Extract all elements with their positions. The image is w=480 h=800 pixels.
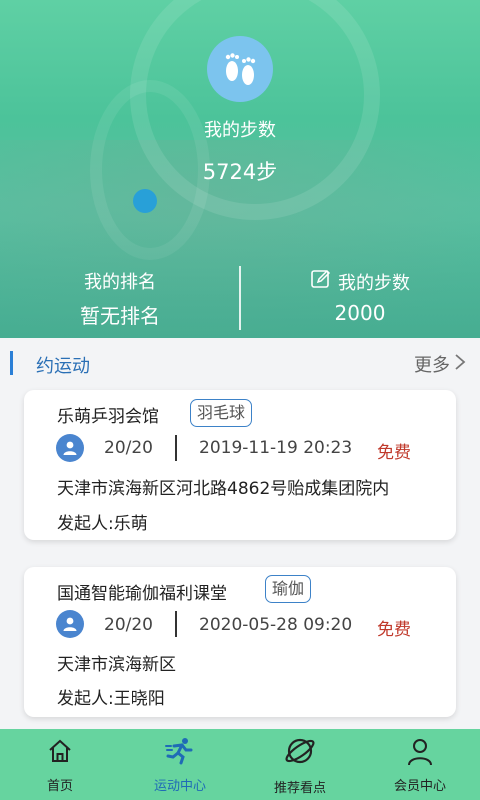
participant-count: 20/20 [104, 615, 153, 635]
section-header: 约运动 更多 [0, 338, 480, 388]
activity-price: 免费 [377, 443, 411, 463]
nav-label: 首页 [46, 779, 73, 794]
activity-tag: 羽毛球 [190, 399, 253, 427]
info-divider [175, 611, 177, 637]
footprints-icon [207, 36, 273, 102]
activity-title: 国通智能瑜伽福利课堂 [57, 584, 227, 604]
running-icon [120, 737, 240, 765]
nav-item-member-center[interactable]: 会员中心 [360, 729, 480, 800]
participants-icon [56, 434, 84, 462]
activity-address: 天津市滨海新区河北路4862号贻成集团院内 [57, 479, 390, 499]
header-banner: 我的步数 5724步 我的排名 暂无排名 我的步数 2000 [0, 0, 480, 338]
activity-card[interactable]: 乐萌乒羽会馆 羽毛球 20/20 2019-11-19 20:23 免费 天津市… [24, 390, 456, 540]
more-link[interactable]: 更多 [414, 351, 466, 377]
info-divider [175, 435, 177, 461]
edit-icon[interactable] [310, 268, 332, 295]
chevron-right-icon [454, 353, 466, 376]
participants-icon [56, 610, 84, 638]
activity-card[interactable]: 国通智能瑜伽福利课堂 瑜伽 20/20 2020-05-28 09:20 免费 … [24, 567, 456, 717]
nav-label: 运动中心 [153, 779, 206, 794]
activity-organizer: 发起人:乐萌 [57, 514, 148, 534]
nav-item-recommended[interactable]: 推荐看点 [240, 729, 360, 800]
nav-item-home[interactable]: 首页 [0, 729, 120, 800]
goal-value: 2000 [334, 301, 386, 325]
rank-label: 我的排名 [84, 272, 156, 293]
rank-stat: 我的排名 暂无排名 [0, 268, 240, 329]
activity-price: 免费 [377, 620, 411, 640]
more-label: 更多 [414, 355, 450, 376]
home-icon [0, 737, 120, 765]
nav-item-sports-center[interactable]: 运动中心 [120, 729, 240, 800]
activity-time: 2020-05-28 09:20 [199, 615, 353, 635]
section-accent-bar [10, 351, 13, 375]
goal-stat[interactable]: 我的步数 2000 [240, 268, 480, 325]
decorative-dot [133, 189, 157, 213]
activity-time: 2019-11-19 20:23 [199, 438, 353, 458]
participant-count: 20/20 [104, 438, 153, 458]
user-icon [360, 737, 480, 767]
rank-value: 暂无排名 [80, 304, 160, 328]
my-steps-label: 我的步数 [204, 120, 276, 141]
planet-icon [240, 734, 360, 768]
nav-label: 推荐看点 [273, 781, 326, 796]
bottom-nav: 首页 运动中心 推荐看点 会员中心 [0, 729, 480, 800]
activity-address: 天津市滨海新区 [57, 655, 176, 675]
activity-title: 乐萌乒羽会馆 [57, 407, 159, 427]
my-steps-value: 5724步 [202, 160, 278, 184]
goal-label: 我的步数 [338, 272, 410, 294]
activity-tag: 瑜伽 [265, 575, 312, 603]
activity-organizer: 发起人:王晓阳 [57, 689, 165, 709]
section-title: 约运动 [36, 356, 90, 377]
nav-label: 会员中心 [393, 779, 446, 794]
